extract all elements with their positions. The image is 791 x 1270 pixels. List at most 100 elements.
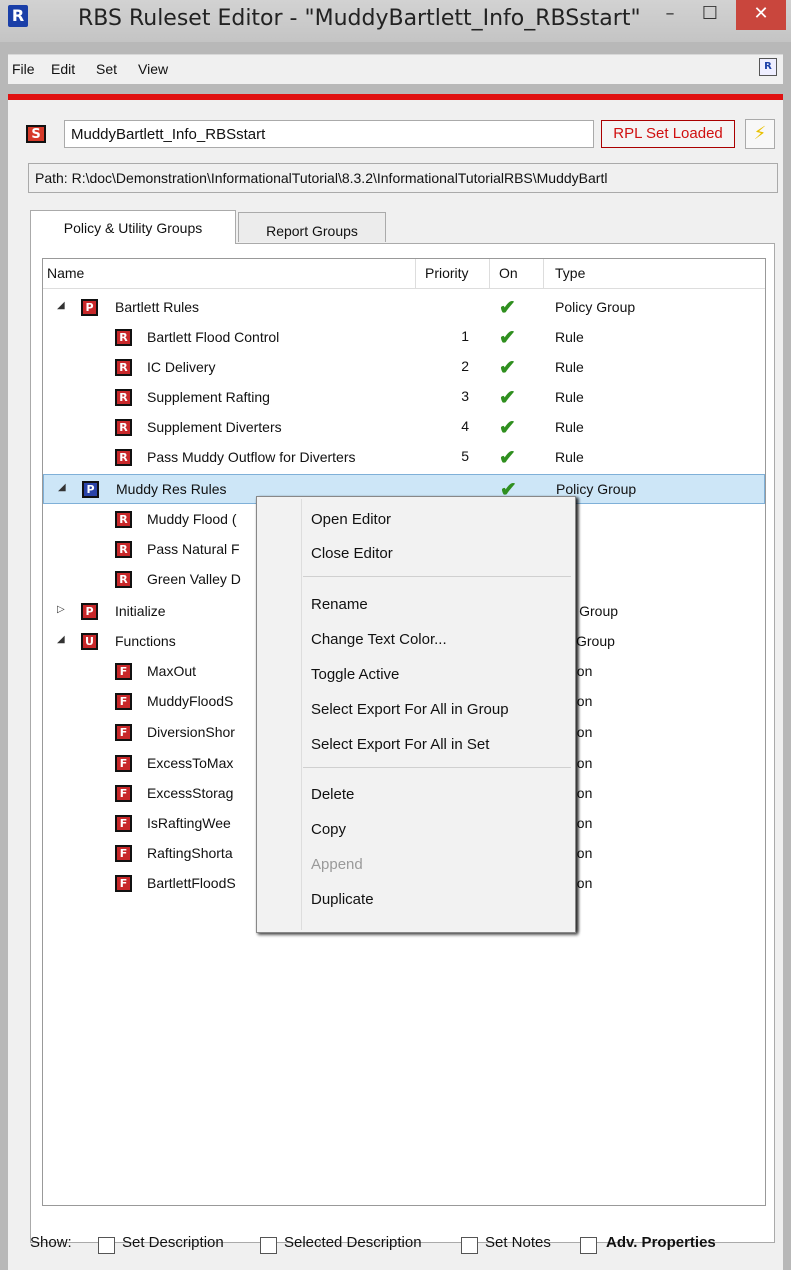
- minimize-button[interactable]: –: [650, 0, 690, 30]
- set-description-checkbox[interactable]: [98, 1237, 115, 1254]
- ruleset-icon: S: [26, 125, 46, 143]
- rbs-logo-icon: R: [8, 5, 28, 27]
- row-type: Rule: [555, 419, 584, 435]
- rule-icon: R: [115, 329, 132, 346]
- row-name: Pass Muddy Outflow for Diverters: [147, 449, 356, 465]
- row-type: Rule: [555, 329, 584, 345]
- row-name: MuddyFloodS: [147, 693, 234, 709]
- check-icon[interactable]: ✔: [499, 325, 516, 350]
- policy-group-icon: P: [81, 603, 98, 620]
- policy-group-icon: P: [81, 299, 98, 316]
- row-name: Bartlett Flood Control: [147, 329, 280, 345]
- rule-icon: R: [115, 359, 132, 376]
- function-icon: F: [115, 724, 132, 741]
- ruleset-name-field[interactable]: MuddyBartlett_Info_RBSstart: [64, 120, 594, 148]
- close-button[interactable]: ✕: [736, 0, 786, 30]
- row-name: DiversionShor: [147, 724, 235, 740]
- row-name: MaxOut: [147, 663, 197, 679]
- row-name: IC Delivery: [147, 359, 216, 375]
- selected-description-label: Selected Description: [284, 1234, 422, 1251]
- column-on[interactable]: On: [499, 265, 518, 281]
- row-name: Muddy Flood (: [147, 511, 237, 527]
- check-icon[interactable]: ✔: [499, 295, 516, 320]
- check-icon[interactable]: ✔: [499, 445, 516, 470]
- row-name: BartlettFloodS: [147, 875, 236, 891]
- tree-header: Name Priority On Type: [43, 259, 765, 289]
- rule-icon: R: [115, 541, 132, 558]
- rpl-status-button[interactable]: RPL Set Loaded: [601, 120, 735, 148]
- row-priority: 5: [461, 448, 469, 464]
- set-notes-label: Set Notes: [485, 1234, 551, 1251]
- menu-bar: File Edit Set View R: [8, 54, 783, 84]
- utility-group-icon: U: [81, 633, 98, 650]
- show-label: Show:: [30, 1234, 72, 1251]
- row-priority: 3: [461, 388, 469, 404]
- tab-report-groups[interactable]: Report Groups: [238, 212, 386, 242]
- row-name: Initialize: [115, 603, 166, 619]
- row-priority: 2: [461, 358, 469, 374]
- row-name: Green Valley D: [147, 571, 241, 587]
- function-icon: F: [115, 693, 132, 710]
- context-menu-lower-layer: [256, 496, 576, 933]
- set-description-label: Set Description: [122, 1234, 224, 1251]
- policy-group-icon: P: [82, 481, 99, 498]
- collapsed-arrow-icon[interactable]: ▷: [57, 604, 69, 615]
- selected-description-checkbox[interactable]: [260, 1237, 277, 1254]
- row-name: RaftingShorta: [147, 845, 233, 861]
- rule-icon: R: [115, 571, 132, 588]
- tree-row[interactable]: ◢ P Bartlett Rules ✔ Policy Group: [43, 293, 765, 323]
- tree-row[interactable]: R Bartlett Flood Control 1 ✔ Rule: [43, 323, 765, 353]
- function-icon: F: [115, 815, 132, 832]
- column-divider: [489, 259, 490, 289]
- column-divider: [415, 259, 416, 289]
- check-icon[interactable]: ✔: [499, 355, 516, 380]
- row-type: Rule: [555, 389, 584, 405]
- set-notes-checkbox[interactable]: [461, 1237, 478, 1254]
- expanded-arrow-icon[interactable]: ◢: [57, 300, 69, 311]
- rule-icon: R: [115, 389, 132, 406]
- function-icon: F: [115, 663, 132, 680]
- row-name: IsRaftingWee: [147, 815, 231, 831]
- row-type: Policy Group: [556, 481, 637, 497]
- function-icon: F: [115, 755, 132, 772]
- title-bar[interactable]: R RBS Ruleset Editor - "MuddyBartlett_In…: [0, 0, 791, 42]
- check-icon[interactable]: ✔: [499, 415, 516, 440]
- check-icon[interactable]: ✔: [499, 385, 516, 410]
- row-name: Functions: [115, 633, 176, 649]
- row-priority: 1: [461, 328, 469, 344]
- rule-icon: R: [115, 449, 132, 466]
- expanded-arrow-icon[interactable]: ◢: [57, 634, 69, 645]
- rule-icon: R: [115, 419, 132, 436]
- function-icon: F: [115, 845, 132, 862]
- function-icon: F: [115, 785, 132, 802]
- tree-row[interactable]: R IC Delivery 2 ✔ Rule: [43, 353, 765, 383]
- row-name: ExcessToMax: [147, 755, 234, 771]
- column-priority[interactable]: Priority: [425, 265, 469, 281]
- adv-properties-label: Adv. Properties: [606, 1234, 716, 1251]
- tab-policy-utility-groups[interactable]: Policy & Utility Groups: [30, 210, 236, 244]
- expanded-arrow-icon[interactable]: ◢: [58, 482, 70, 493]
- rule-icon: R: [115, 511, 132, 528]
- row-name: Supplement Rafting: [147, 389, 270, 405]
- column-name[interactable]: Name: [47, 265, 84, 281]
- maximize-button[interactable]: ☐: [690, 0, 730, 30]
- menu-set[interactable]: Set: [96, 61, 117, 77]
- row-type: Rule: [555, 449, 584, 465]
- row-name: ExcessStorag: [147, 785, 234, 801]
- tree-row[interactable]: R Supplement Rafting 3 ✔ Rule: [43, 383, 765, 413]
- adv-properties-checkbox[interactable]: [580, 1237, 597, 1254]
- menu-edit[interactable]: Edit: [51, 61, 75, 77]
- menu-view[interactable]: View: [138, 61, 168, 77]
- row-name: Supplement Diverters: [147, 419, 282, 435]
- row-priority: 4: [461, 418, 469, 434]
- tree-row[interactable]: R Supplement Diverters 4 ✔ Rule: [43, 413, 765, 443]
- tree-row[interactable]: R Pass Muddy Outflow for Diverters 5 ✔ R…: [43, 443, 765, 473]
- path-field: Path: R:\doc\Demonstration\Informational…: [28, 163, 778, 193]
- column-type[interactable]: Type: [555, 265, 585, 281]
- row-type: Rule: [555, 359, 584, 375]
- menu-file[interactable]: File: [12, 61, 35, 77]
- row-type: Policy Group: [555, 299, 636, 315]
- rbs-help-icon[interactable]: R: [759, 58, 777, 76]
- lightning-icon[interactable]: ⚡: [745, 119, 775, 149]
- column-divider: [543, 259, 544, 289]
